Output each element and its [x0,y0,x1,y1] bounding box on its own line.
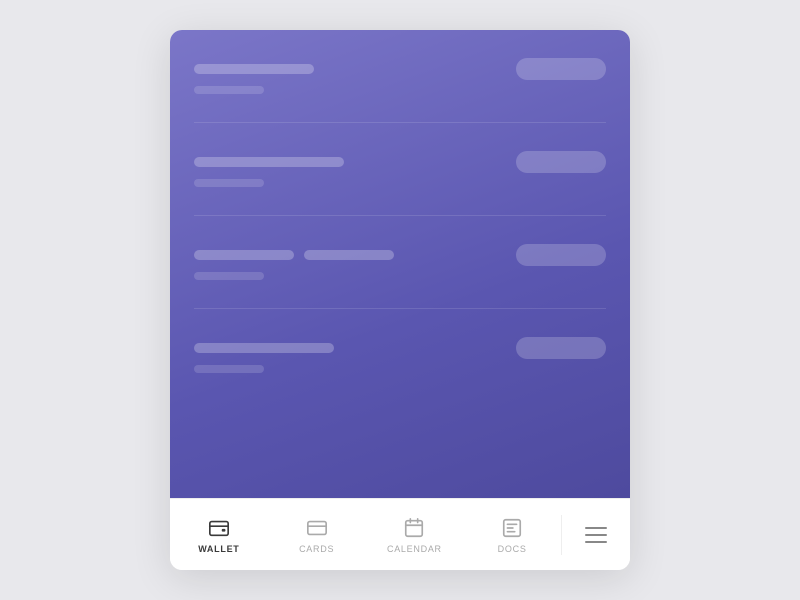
row3-badge [516,244,606,266]
content-row-1 [194,58,606,94]
menu-line-1 [585,527,607,529]
menu-line-2 [585,534,607,536]
content-row-2 [194,151,606,187]
row2-badge [516,151,606,173]
row1-subtitle [194,86,264,94]
divider-3 [194,308,606,309]
row3-title-a [194,250,294,260]
divider-1 [194,122,606,123]
row2-subtitle [194,179,264,187]
calendar-icon [402,516,426,540]
menu-button[interactable] [562,499,630,570]
bottom-nav: WALLET CARDS [170,498,630,570]
docs-icon [500,516,524,540]
nav-item-cards[interactable]: CARDS [268,499,366,570]
cards-label: CARDS [299,544,334,554]
content-row-3 [194,244,606,280]
nav-item-docs[interactable]: DOCS [463,499,561,570]
nav-item-calendar[interactable]: CALENDAR [366,499,464,570]
row1-title [194,64,314,74]
nav-item-wallet[interactable]: WALLET [170,499,268,570]
row3-subtitle [194,272,264,280]
row1-badge [516,58,606,80]
row4-subtitle [194,365,264,373]
divider-2 [194,215,606,216]
row3-title-b [304,250,394,260]
content-row-4 [194,337,606,373]
phone-container: WALLET CARDS [170,30,630,570]
row4-badge [516,337,606,359]
wallet-label: WALLET [198,544,239,554]
menu-line-3 [585,541,607,543]
row4-title [194,343,334,353]
calendar-label: CALENDAR [387,544,442,554]
hamburger-icon [585,527,607,543]
nav-items: WALLET CARDS [170,499,561,570]
content-area [170,30,630,498]
row2-title [194,157,344,167]
docs-label: DOCS [498,544,527,554]
cards-icon [305,516,329,540]
wallet-icon [207,516,231,540]
